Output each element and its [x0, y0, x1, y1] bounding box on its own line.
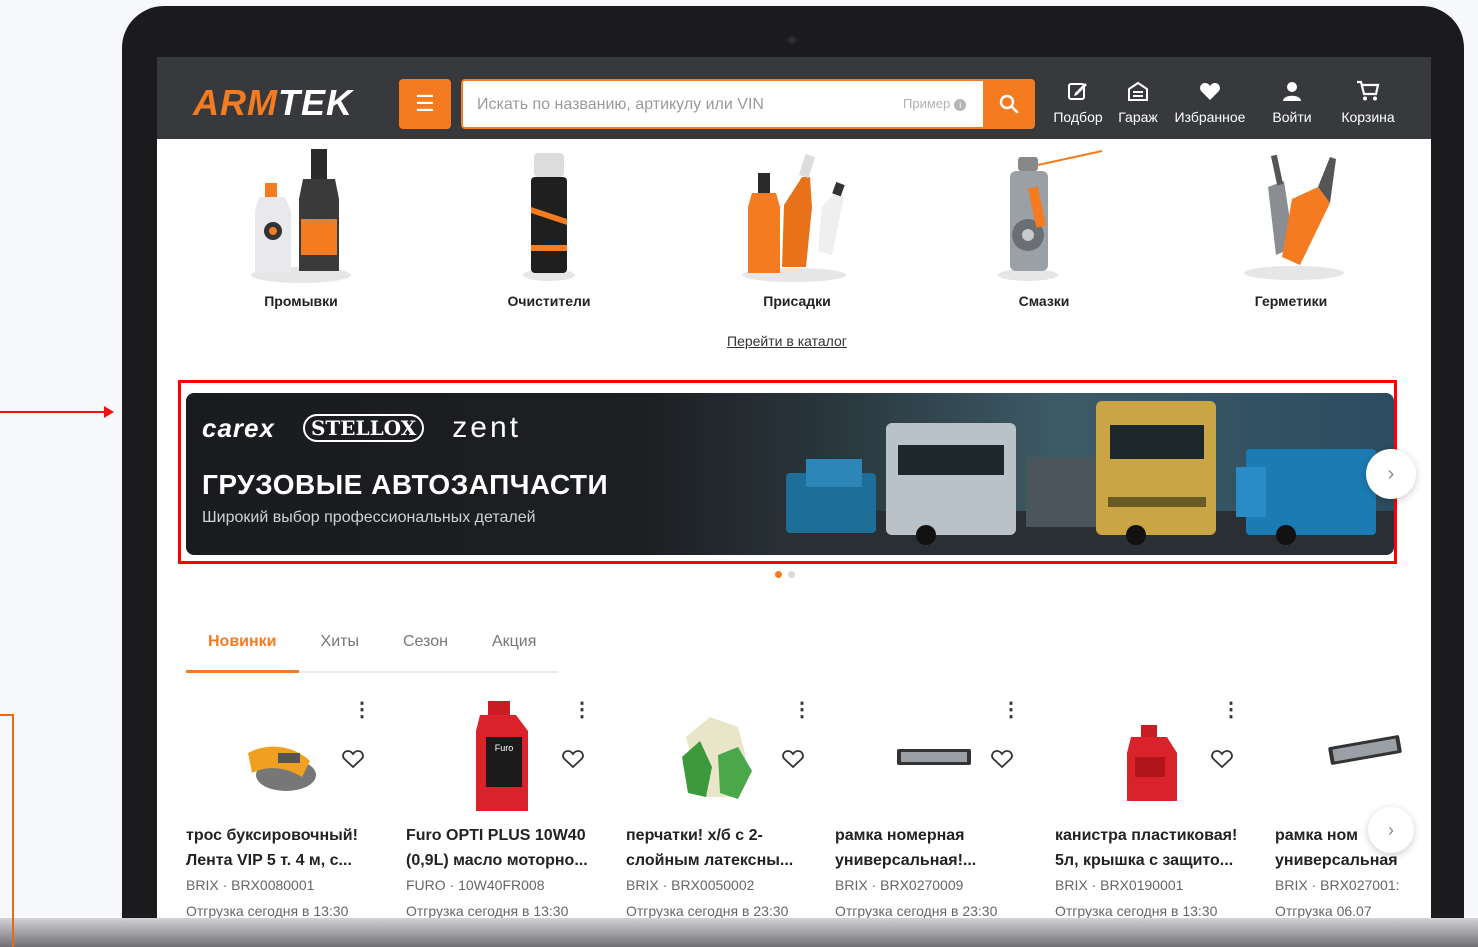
hamburger-icon: ☰ — [415, 91, 435, 116]
nav-podbor[interactable]: Подбор — [1050, 77, 1106, 133]
product-shipping: Отгрузка сегодня в 13:30 — [186, 903, 349, 919]
nav-label: Избранное — [1174, 109, 1246, 125]
carousel-dots — [775, 571, 795, 578]
nav-label: Подбор — [1053, 109, 1103, 125]
category-name: Очистители — [507, 293, 591, 309]
site-header: ARMTEK ☰ Примерi Подбор Гараж Избранное … — [157, 57, 1431, 139]
tab-hity[interactable]: Хиты — [299, 625, 381, 671]
nav-label: Гараж — [1118, 109, 1158, 125]
product-image — [897, 749, 971, 765]
nav-label: Корзина — [1341, 109, 1395, 125]
search-icon — [999, 94, 1019, 114]
product-sku: BRIX · BRX0270009 — [835, 877, 964, 893]
product-shipping: Отгрузка 06.07 — [1275, 903, 1372, 919]
banner-next-button[interactable]: › — [1366, 449, 1416, 499]
category-image — [697, 145, 897, 285]
go-to-catalog-link[interactable]: Перейти в каталог — [727, 333, 847, 349]
garage-icon — [1128, 81, 1148, 101]
category-germetiki[interactable]: Герметики — [1191, 145, 1391, 309]
category-image — [944, 145, 1144, 285]
catalog-menu-button[interactable]: ☰ — [399, 79, 451, 129]
category-name: Присадки — [763, 293, 831, 309]
nav-favorites[interactable]: Избранное — [1169, 77, 1251, 133]
nav-label: Войти — [1272, 109, 1312, 125]
tab-sezon[interactable]: Сезон — [381, 625, 470, 671]
more-options-icon[interactable]: ⋮ — [352, 697, 372, 723]
camera — [788, 36, 796, 44]
product-title: трос буксировочный! Лента VIP 5 т. 4 м, с… — [186, 827, 358, 869]
product-image — [1328, 735, 1402, 765]
nav-login[interactable]: Войти — [1267, 77, 1317, 133]
product-title: Furo OPTI PLUS 10W40 (0,9L) масло моторно… — [406, 827, 588, 869]
product-image — [248, 746, 316, 791]
product-sku: BRIX · BRX0190001 — [1055, 877, 1184, 893]
search-box: Примерi — [461, 79, 1007, 129]
category-image — [201, 145, 401, 285]
armtek-logo[interactable]: ARMTEK — [193, 83, 353, 123]
chevron-right-icon: › — [1387, 462, 1395, 485]
nav-garage[interactable]: Гараж — [1113, 77, 1163, 133]
heart-outline-icon[interactable] — [991, 749, 1013, 769]
more-options-icon[interactable]: ⋮ — [572, 697, 592, 723]
browser-viewport: ARMTEK ☰ Примерi Подбор Гараж Избранное … — [157, 57, 1431, 921]
annotation-arrow-line — [0, 411, 108, 413]
category-name: Герметики — [1254, 293, 1328, 309]
product-shipping: Отгрузка сегодня в 13:30 — [1055, 903, 1218, 919]
heart-outline-icon[interactable] — [342, 749, 364, 769]
category-promyvki[interactable]: Промывки — [201, 145, 401, 309]
highlight-frame — [178, 380, 1397, 564]
product-sku: FURO · 10W40FR008 — [406, 877, 545, 893]
heart-outline-icon[interactable] — [782, 749, 804, 769]
search-button[interactable] — [983, 79, 1035, 129]
user-icon — [1283, 82, 1301, 101]
chevron-right-icon: › — [1388, 819, 1394, 840]
product-image — [1127, 725, 1177, 801]
product-title: рамка номерная универсальная!... — [835, 827, 977, 869]
laptop-base — [0, 918, 1478, 947]
more-options-icon[interactable]: ⋮ — [1001, 697, 1021, 723]
product-shipping: Отгрузка сегодня в 23:30 — [835, 903, 998, 919]
search-example-hint[interactable]: Пример i — [903, 96, 967, 111]
product-shipping: Отгрузка сегодня в 13:30 — [406, 903, 569, 919]
product-shipping: Отгрузка сегодня в 23:30 — [626, 903, 789, 919]
tab-novinki[interactable]: Новинки — [186, 625, 299, 673]
edit-icon — [1068, 83, 1087, 100]
product-title: перчатки! х/б с 2- слойным латексны... — [626, 827, 794, 869]
product-image: Furo — [476, 701, 528, 811]
more-options-icon[interactable]: ⋮ — [792, 697, 812, 723]
carousel-dot-active[interactable] — [775, 571, 782, 578]
category-image — [1191, 145, 1391, 285]
product-sku: BRIX · BRX0080001 — [186, 877, 315, 893]
category-ochistiteli[interactable]: Очистители — [449, 145, 649, 309]
nav-cart[interactable]: Корзина — [1335, 77, 1401, 133]
product-sku: BRIX · BRX027001: — [1275, 877, 1400, 893]
category-smazki[interactable]: Смазки — [944, 145, 1144, 309]
svg-text:Furo: Furo — [495, 743, 514, 753]
info-icon: i — [954, 99, 967, 111]
search-input[interactable] — [475, 81, 879, 129]
category-prisadki[interactable]: Присадки — [697, 145, 897, 309]
heart-outline-icon[interactable] — [562, 749, 584, 769]
more-options-icon[interactable]: ⋮ — [1221, 697, 1241, 723]
category-name: Промывки — [264, 293, 338, 309]
heart-icon — [1200, 83, 1220, 100]
product-tabs: Новинки Хиты Сезон Акция — [186, 625, 559, 673]
carousel-dot[interactable] — [788, 571, 795, 578]
product-title: канистра пластиковая! 5л, крышка с защито… — [1055, 827, 1238, 869]
product-image — [682, 717, 752, 799]
heart-outline-icon[interactable] — [1211, 749, 1233, 769]
product-sku: BRIX · BRX0050002 — [626, 877, 755, 893]
category-name: Смазки — [1018, 293, 1070, 309]
annotation-bracket — [0, 714, 14, 947]
category-image — [449, 145, 649, 285]
cart-icon — [1357, 80, 1380, 101]
annotation-arrow-icon — [104, 406, 114, 418]
tab-akciya[interactable]: Акция — [470, 625, 558, 671]
products-next-button[interactable]: › — [1368, 807, 1414, 853]
